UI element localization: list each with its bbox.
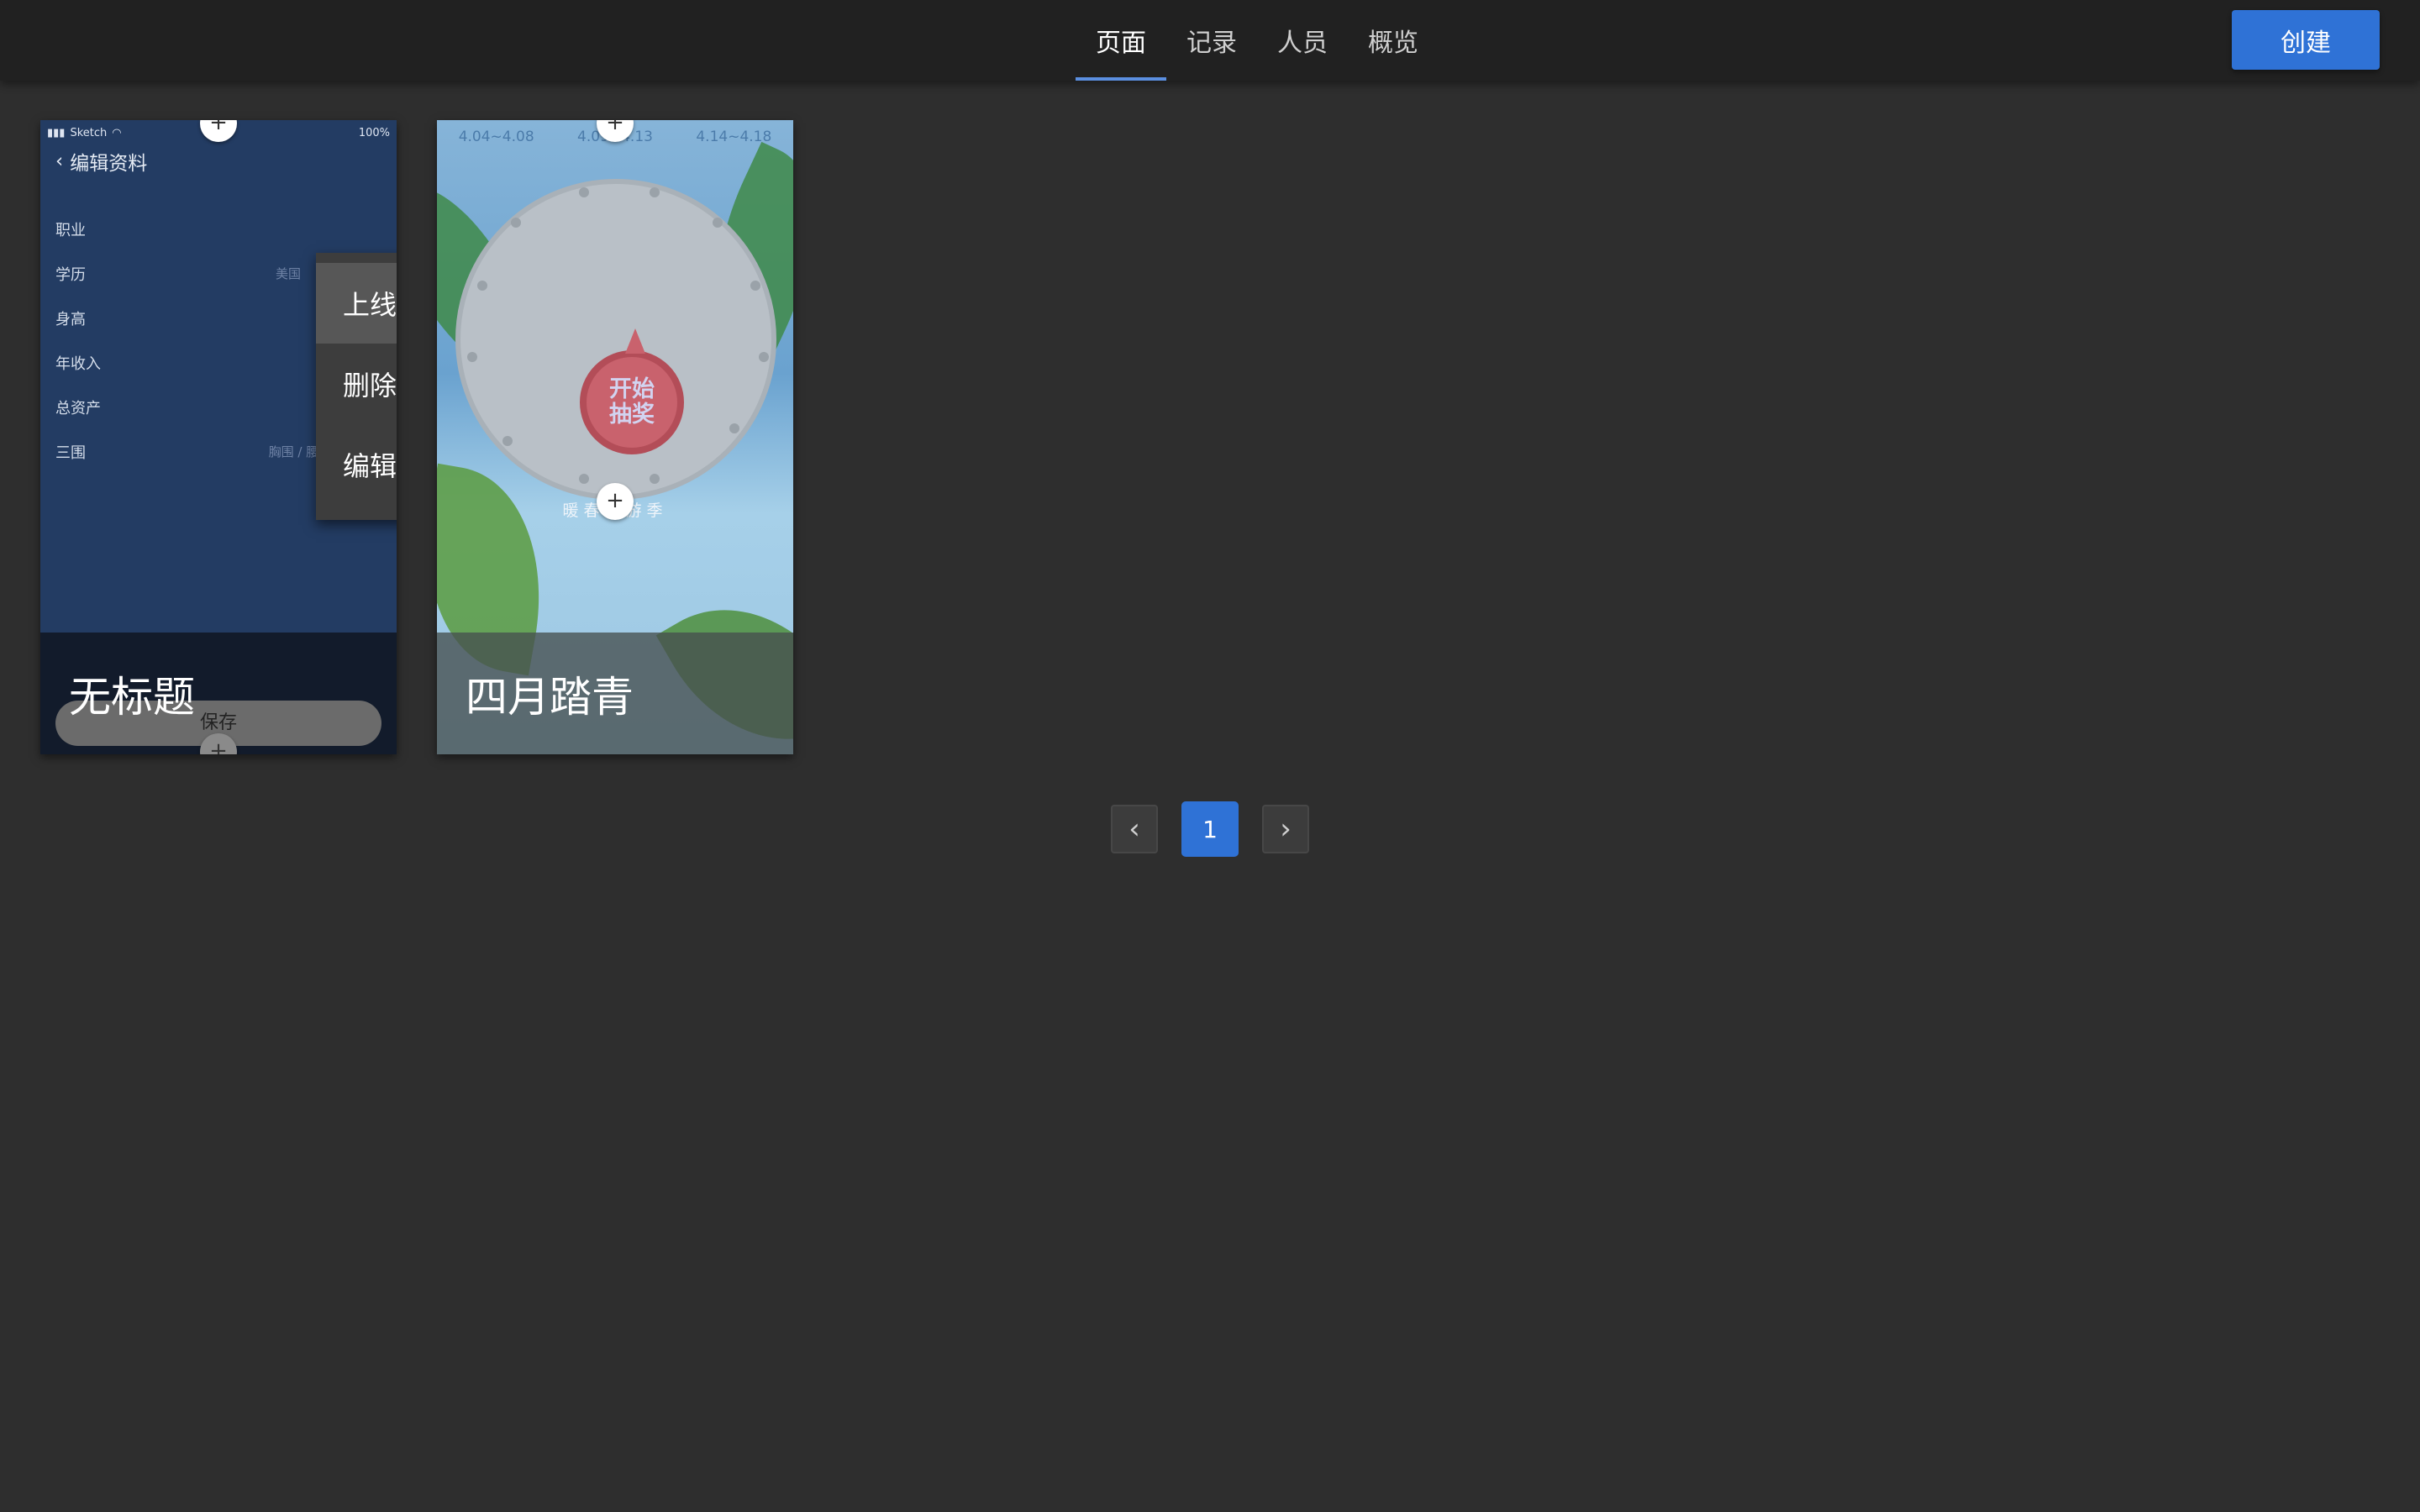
main-nav: 页面 记录 人员 概览: [1076, 0, 1439, 81]
card-title: 无标题: [69, 673, 195, 722]
tab-pages[interactable]: 页面: [1076, 0, 1166, 81]
card-title: 四月踏青: [466, 673, 634, 722]
battery-label: 100%: [358, 126, 390, 139]
start-label-line1: 开始: [609, 376, 655, 402]
wheel-dot: [502, 436, 513, 446]
wheel-dot: [511, 218, 521, 228]
wheel-dot: [759, 352, 769, 362]
page-button-current[interactable]: 1: [1181, 801, 1239, 857]
field-value: 美国: [275, 266, 301, 281]
chevron-left-icon: ‹: [1128, 812, 1140, 846]
add-component-icon[interactable]: +: [597, 483, 634, 520]
tab-overview[interactable]: 概览: [1348, 0, 1439, 81]
menu-item-delete[interactable]: 删除: [316, 344, 397, 424]
prev-page-button[interactable]: ‹: [1111, 805, 1158, 853]
next-page-button[interactable]: ›: [1262, 805, 1309, 853]
tab-people[interactable]: 人员: [1257, 0, 1348, 81]
pagination: ‹ 1 ›: [1111, 801, 1309, 857]
page-card-untitled[interactable]: ▮▮▮ Sketch ◠ 100% + ‹ 编辑资料 职业 学历 美国 身高 年…: [40, 120, 397, 754]
wheel-dot: [477, 281, 487, 291]
field-label: 学历: [55, 265, 86, 284]
field-label: 职业: [55, 221, 86, 239]
tab-records[interactable]: 记录: [1166, 0, 1257, 81]
wheel-dot: [729, 423, 739, 433]
wheel-dot: [467, 352, 477, 362]
back-chevron-icon: ‹: [55, 150, 64, 172]
wheel-dot: [579, 187, 589, 197]
list-item: 职业: [55, 207, 381, 251]
top-bar: 页面 记录 人员 概览 创建: [0, 0, 2420, 81]
menu-item-edit[interactable]: 编辑: [316, 424, 397, 505]
carrier-label: Sketch: [70, 126, 108, 139]
page-card-april-outing[interactable]: 4.04~4.08 4.09~4.13 4.14~4.18 + 开始抽奖 暖春出…: [437, 120, 793, 754]
create-button[interactable]: 创建: [2232, 10, 2380, 70]
wheel-dot: [650, 474, 660, 484]
card-context-menu: 上线 删除 编辑: [316, 253, 397, 520]
field-label: 年收入: [55, 354, 101, 373]
date-label: 4.14~4.18: [696, 129, 772, 145]
wheel-dot: [650, 187, 660, 197]
preview-header: ‹ 编辑资料: [55, 147, 147, 176]
wheel-dot: [750, 281, 760, 291]
start-label-line2: 抽奖: [609, 402, 655, 428]
preview-header-title: 编辑资料: [70, 153, 148, 175]
lottery-wheel: 开始 抽奖: [455, 179, 776, 500]
field-label: 总资产: [55, 399, 101, 417]
signal-icon: ▮▮▮: [47, 126, 66, 139]
start-draw-button: 开始 抽奖: [580, 328, 684, 454]
wheel-dot: [713, 218, 723, 228]
field-label: 三围: [55, 444, 86, 462]
date-label: 4.04~4.08: [458, 129, 534, 145]
wheel-dot: [579, 474, 589, 484]
wifi-icon: ◠: [112, 126, 122, 139]
chevron-right-icon: ›: [1280, 812, 1292, 846]
field-label: 身高: [55, 310, 86, 328]
menu-item-publish[interactable]: 上线: [316, 263, 397, 344]
